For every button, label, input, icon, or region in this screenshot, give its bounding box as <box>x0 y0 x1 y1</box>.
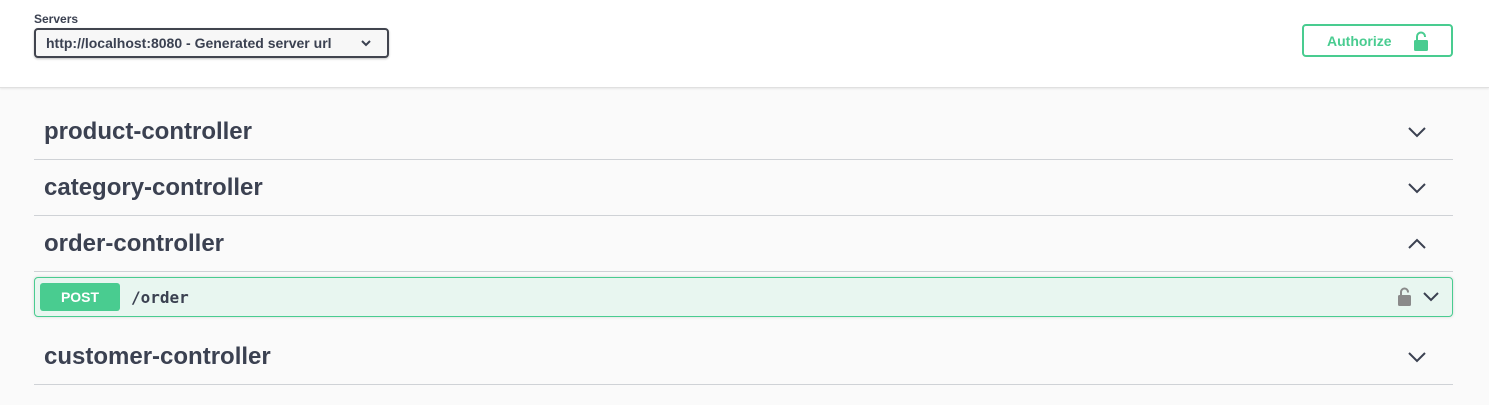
tag-category-controller[interactable]: category-controller <box>34 160 1453 216</box>
unlock-icon[interactable] <box>1397 287 1412 306</box>
chevron-up-icon[interactable] <box>1407 237 1427 251</box>
operation-path: /order <box>131 287 189 307</box>
chevron-down-icon <box>361 40 371 47</box>
chevron-down-icon[interactable] <box>1407 125 1427 139</box>
server-select[interactable]: http://localhost:8080 - Generated server… <box>34 28 389 58</box>
tag-product-controller[interactable]: product-controller <box>34 104 1453 160</box>
tag-title: product-controller <box>44 117 252 145</box>
chevron-down-icon[interactable] <box>1407 350 1427 364</box>
method-badge: POST <box>40 283 120 311</box>
operation-post-order[interactable]: POST /order <box>34 277 1453 317</box>
tag-order-controller[interactable]: order-controller <box>34 216 1453 272</box>
chevron-down-icon[interactable] <box>1422 290 1440 303</box>
tag-title: category-controller <box>44 173 263 201</box>
server-select-value: http://localhost:8080 - Generated server… <box>46 35 332 51</box>
chevron-down-icon[interactable] <box>1407 181 1427 195</box>
top-bar: Servers http://localhost:8080 - Generate… <box>0 0 1489 88</box>
tag-title: order-controller <box>44 229 225 257</box>
servers-label: Servers <box>34 12 79 26</box>
tag-title: customer-controller <box>44 342 271 370</box>
unlock-icon <box>1414 31 1428 51</box>
tag-list: product-controller category-controller o… <box>34 104 1453 385</box>
tag-customer-controller[interactable]: customer-controller <box>34 329 1453 385</box>
authorize-button[interactable]: Authorize <box>1302 24 1453 57</box>
authorize-label: Authorize <box>1327 32 1392 49</box>
